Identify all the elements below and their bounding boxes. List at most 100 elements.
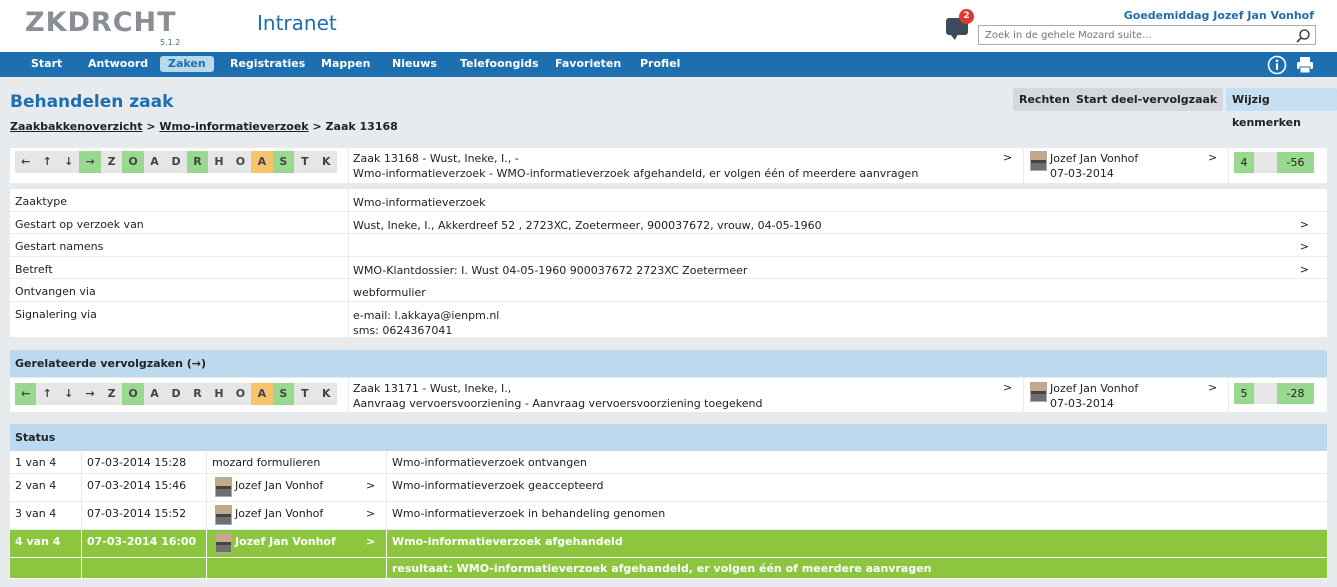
- status-who-chevron[interactable]: >: [366, 535, 375, 548]
- zaak-nav-button-14[interactable]: K: [315, 151, 338, 173]
- count-spacer: [1254, 383, 1277, 404]
- detail-row: Signalering via e-mail: l.akkaya@ienpm.n…: [10, 302, 1327, 337]
- detail-row[interactable]: Gestart op verzoek van Wust, Ineke, I., …: [10, 212, 1327, 234]
- related-nav-button-8[interactable]: R: [186, 383, 209, 405]
- zaak-nav-button-6[interactable]: A: [143, 151, 166, 173]
- breadcrumb-link-zaakbakken[interactable]: Zaakbakkenoverzicht: [10, 120, 142, 133]
- nav-registraties[interactable]: Registraties: [222, 56, 313, 72]
- zaak-nav-button-2[interactable]: ↓: [57, 151, 80, 173]
- zaak-title: Zaak 13168 - Wust, Ineke, I., -: [353, 152, 519, 165]
- signalering-email: e-mail: l.akkaya@ienpm.nl: [353, 309, 500, 322]
- detail-chevron[interactable]: >: [1300, 240, 1309, 253]
- nav-start[interactable]: Start: [23, 56, 70, 72]
- status-who[interactable]: Jozef Jan Vonhof: [235, 507, 323, 520]
- notification-icon[interactable]: 2: [946, 9, 974, 40]
- related-nav-button-12[interactable]: S: [272, 383, 295, 405]
- zaak-nav-button-1[interactable]: ↑: [36, 151, 58, 173]
- behandelaar-info[interactable]: Jozef Jan Vonhof 07-03-2014: [1050, 151, 1138, 181]
- status-step: 4 van 4: [15, 535, 61, 548]
- detail-row[interactable]: Gestart namens >: [10, 234, 1327, 257]
- avatar: [215, 533, 232, 553]
- detail-value: WMO-Klantdossier: I. Wust 04-05-1960 900…: [353, 264, 748, 277]
- behandelaar-chevron[interactable]: >: [1208, 151, 1217, 164]
- related-behandelaar-info[interactable]: Jozef Jan Vonhof 07-03-2014: [1050, 381, 1138, 411]
- related-days-remaining: -28: [1277, 383, 1314, 404]
- current-zaak-strip: ← ↑ ↓ → Z O A D R H O A S T K Zaak 13168 - Wust, Ineke…: [10, 148, 1327, 183]
- related-nav-button-2[interactable]: ↓: [57, 383, 80, 405]
- status-datetime: 07-03-2014 15:52: [87, 507, 187, 520]
- related-nav-button-6[interactable]: A: [143, 383, 166, 405]
- zaak-nav-button-4[interactable]: Z: [100, 151, 123, 173]
- zaak-nav-button-5[interactable]: O: [122, 151, 144, 173]
- avatar: [215, 505, 232, 525]
- detail-row[interactable]: Betreft WMO-Klantdossier: I. Wust 04-05-…: [10, 257, 1327, 279]
- breadcrumb-link-wmo[interactable]: Wmo-informatieverzoek: [159, 120, 308, 133]
- status-who[interactable]: Jozef Jan Vonhof: [235, 535, 336, 548]
- related-behandelaar-chevron[interactable]: >: [1208, 381, 1217, 394]
- status-who-chevron[interactable]: >: [366, 479, 375, 492]
- search-icon[interactable]: [1295, 28, 1311, 44]
- zaak-nav-button-8[interactable]: R: [186, 151, 209, 173]
- related-nav-buttons: ← ↑ ↓ → Z O A D R H O A S T K: [15, 383, 338, 405]
- wijzig-kenmerken-button[interactable]: Wijzig kenmerken: [1226, 88, 1337, 129]
- nav-favorieten[interactable]: Favorieten: [547, 56, 629, 72]
- detail-value: e-mail: l.akkaya@ienpm.nl sms: 062436704…: [353, 308, 499, 338]
- days-remaining: -56: [1277, 152, 1314, 173]
- breadcrumb-current: Zaak 13168: [325, 120, 398, 133]
- rechten-button[interactable]: Rechten: [1013, 88, 1076, 111]
- related-nav-button-9[interactable]: H: [208, 383, 230, 405]
- zaak-nav-button-3[interactable]: →: [79, 151, 101, 173]
- related-nav-button-1[interactable]: ↑: [36, 383, 58, 405]
- nav-mappen[interactable]: Mappen: [313, 56, 378, 72]
- status-datetime: 07-03-2014 15:46: [87, 479, 187, 492]
- related-nav-button-5[interactable]: O: [122, 383, 144, 405]
- status-who[interactable]: Jozef Jan Vonhof: [235, 479, 323, 492]
- related-nav-button-13[interactable]: T: [294, 383, 316, 405]
- detail-chevron[interactable]: >: [1300, 263, 1309, 276]
- zaak-nav-button-13[interactable]: T: [294, 151, 316, 173]
- related-nav-button-11[interactable]: A: [251, 383, 273, 405]
- zaak-nav-button-7[interactable]: D: [165, 151, 187, 173]
- zaak-nav-button-9[interactable]: H: [208, 151, 230, 173]
- nav-nieuws[interactable]: Nieuws: [384, 56, 445, 72]
- detail-value: Wust, Ineke, I., Akkerdreef 52 , 2723XC,…: [353, 219, 822, 232]
- detail-label: Signalering via: [15, 308, 97, 321]
- nav-telefoongids[interactable]: Telefoongids: [452, 56, 547, 72]
- greeting-link[interactable]: Goedemiddag Jozef Jan Vonhof: [1124, 9, 1314, 22]
- related-nav-button-3[interactable]: →: [79, 383, 101, 405]
- related-nav-button-7[interactable]: D: [165, 383, 187, 405]
- zaak-nav-button-11[interactable]: A: [251, 151, 273, 173]
- related-zaak-chevron[interactable]: >: [1003, 381, 1012, 394]
- related-nav-button-10[interactable]: O: [229, 383, 252, 405]
- status-datetime: 07-03-2014 16:00: [87, 535, 197, 548]
- zaak-chevron[interactable]: >: [1003, 151, 1012, 164]
- detail-chevron[interactable]: >: [1300, 218, 1309, 231]
- zaak-info[interactable]: Zaak 13168 - Wust, Ineke, I., - Wmo-info…: [353, 151, 918, 181]
- content-area: Behandelen zaak Rechten Start deel-vervo…: [0, 77, 1337, 587]
- nav-profiel[interactable]: Profiel: [632, 56, 688, 72]
- status-datetime: 07-03-2014 15:28: [87, 456, 187, 469]
- zaak-nav-button-0[interactable]: ←: [15, 151, 37, 173]
- nav-zaken[interactable]: Zaken: [160, 56, 214, 72]
- status-table: 1 van 4 07-03-2014 15:28 mozard formulie…: [10, 451, 1327, 579]
- related-zaak-info[interactable]: Zaak 13171 - Wust, Ineke, I., Aanvraag v…: [353, 381, 762, 411]
- logo[interactable]: ZKDRCHT: [25, 8, 177, 38]
- avatar: [1030, 151, 1047, 171]
- status-desc: Wmo-informatieverzoek in behandeling gen…: [392, 507, 666, 520]
- zaak-nav-button-10[interactable]: O: [229, 151, 252, 173]
- status-step: 3 van 4: [15, 507, 57, 520]
- info-icon[interactable]: [1267, 55, 1287, 75]
- related-nav-button-14[interactable]: K: [315, 383, 338, 405]
- related-nav-button-4[interactable]: Z: [100, 383, 123, 405]
- nav-antwoord[interactable]: Antwoord: [80, 56, 156, 72]
- related-nav-button-0[interactable]: ←: [15, 383, 37, 405]
- status-who-chevron[interactable]: >: [366, 507, 375, 520]
- detail-row: Zaaktype Wmo-informatieverzoek: [10, 189, 1327, 212]
- detail-label: Gestart namens: [15, 240, 104, 253]
- detail-label: Gestart op verzoek van: [15, 218, 144, 231]
- search-input[interactable]: [979, 26, 1279, 44]
- zaak-nav-button-12[interactable]: S: [272, 151, 295, 173]
- start-deel-vervolgzaak-button[interactable]: Start deel-vervolgzaak: [1070, 88, 1224, 111]
- detail-value: Wmo-informatieverzoek: [353, 196, 486, 209]
- print-icon[interactable]: [1295, 55, 1315, 75]
